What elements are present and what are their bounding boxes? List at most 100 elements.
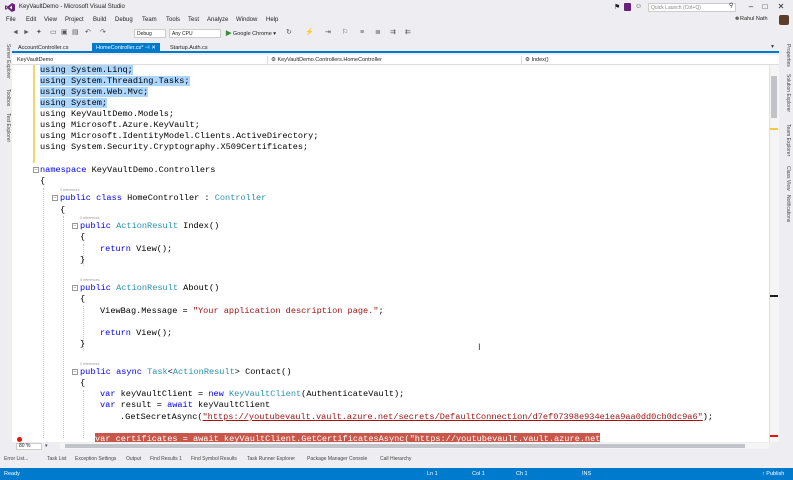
code-line: {: [40, 176, 46, 186]
toolbox-tab[interactable]: Toolbox: [5, 89, 11, 106]
flag-icon[interactable]: ⚑: [614, 3, 620, 11]
member-dropdown[interactable]: ⚙ Index(): [522, 56, 777, 64]
menu-test[interactable]: Test: [188, 17, 199, 23]
tab-task-runner-explorer[interactable]: Task Runner Explorer: [247, 456, 295, 462]
menu-build[interactable]: Build: [93, 17, 106, 23]
tab-close-icon[interactable]: ✕: [151, 45, 156, 51]
collapse-icon[interactable]: −: [72, 369, 78, 375]
code-line: using System.Linq;: [40, 65, 133, 76]
keyword: return: [100, 244, 131, 254]
minimize-button[interactable]: –: [745, 2, 757, 12]
open-file-icon[interactable]: ▭: [50, 29, 57, 37]
menu-team[interactable]: Team: [142, 17, 157, 23]
comment-icon[interactable]: ≡: [360, 29, 364, 37]
new-project-icon[interactable]: ✦: [36, 29, 42, 37]
solution-explorer-tab[interactable]: Solution Explorer: [785, 74, 791, 112]
menu-file[interactable]: File: [6, 17, 16, 23]
run-button[interactable]: ▶ Google Chrome ▾: [226, 29, 276, 37]
code-line: namespace KeyVaultDemo.Controllers: [40, 165, 215, 176]
indent-guide: [63, 216, 64, 438]
project-dropdown-label: KeyVaultDemo: [17, 57, 54, 63]
collapse-icon[interactable]: −: [72, 285, 78, 291]
tab-startup-auth[interactable]: Startup.Auth.cs: [166, 43, 212, 53]
tab-find-results[interactable]: Find Results 1: [150, 456, 182, 462]
undo-icon[interactable]: ↶: [85, 29, 91, 37]
menu-analyze[interactable]: Analyze: [207, 17, 228, 23]
publish-button[interactable]: ↑ Publish: [762, 471, 784, 477]
properties-tab[interactable]: Properties: [785, 44, 791, 67]
mouse-cursor-icon: I: [478, 343, 481, 353]
configuration-dropdown[interactable]: Debug: [134, 29, 166, 38]
project-dropdown[interactable]: KeyVaultDemo: [14, 56, 268, 64]
uncomment-icon[interactable]: ≣: [375, 29, 381, 37]
avatar[interactable]: [779, 15, 789, 25]
code-using-linq: using System.Linq;: [40, 65, 133, 75]
indent-icon[interactable]: ⇉: [390, 29, 396, 37]
menu-tools[interactable]: Tools: [166, 17, 180, 23]
tab-list-dropdown-icon[interactable]: ▾: [771, 43, 774, 50]
menu-view[interactable]: View: [44, 17, 57, 23]
maximize-button[interactable]: □: [759, 2, 771, 12]
platform-dropdown[interactable]: Any CPU: [169, 29, 221, 38]
notifications-tab[interactable]: Notifications: [785, 195, 791, 222]
collapse-icon[interactable]: −: [72, 223, 78, 229]
codelens-references[interactable]: 0 references: [80, 278, 99, 282]
class-view-tab[interactable]: Class View: [785, 166, 791, 191]
redo-icon[interactable]: ↷: [100, 29, 106, 37]
menu-edit[interactable]: Edit: [26, 17, 36, 23]
close-button[interactable]: ✕: [775, 2, 787, 12]
quick-launch-input[interactable]: Quick Launch (Ctrl+Q): [648, 3, 736, 12]
type-name: KeyVaultClient: [223, 389, 302, 399]
test-explorer-tab[interactable]: Test Explorer: [5, 113, 11, 142]
vertical-scroll-thumb[interactable]: [771, 76, 777, 118]
server-explorer-tab[interactable]: Server Explorer: [5, 44, 11, 79]
class-dropdown[interactable]: ⚙ KeyVaultDemo.Controllers.HomeControlle…: [268, 56, 522, 64]
outdent-icon[interactable]: ⇇: [405, 29, 411, 37]
type-name: ActionResult: [110, 221, 178, 231]
tab-task-list[interactable]: Task List: [47, 456, 66, 462]
feedback-icon[interactable]: ☺: [635, 3, 642, 10]
step-into-icon[interactable]: ⇥: [325, 29, 331, 37]
menu-project[interactable]: Project: [65, 17, 84, 23]
tab-find-symbol-results[interactable]: Find Symbol Results: [191, 456, 237, 462]
menu-window[interactable]: Window: [236, 17, 257, 23]
zoom-dropdown-icon[interactable]: ▾: [45, 443, 48, 449]
team-explorer-tab[interactable]: Team Explorer: [785, 124, 791, 156]
bookmark-icon[interactable]: ⚐: [342, 29, 348, 37]
zoom-dropdown[interactable]: 80 %: [16, 443, 42, 450]
secret-url-link[interactable]: "https://youtubevault.vault.azure.net/se…: [203, 412, 703, 422]
tab-output[interactable]: Output: [126, 456, 141, 462]
code-line: public class HomeController : Controller: [60, 193, 266, 204]
menu-debug[interactable]: Debug: [115, 17, 133, 23]
code-line: using System.Threading.Tasks;: [40, 76, 190, 87]
code-line: using KeyVaultDemo.Models;: [40, 109, 175, 119]
user-name[interactable]: Rahul Nath: [740, 16, 768, 22]
tab-package-manager-console[interactable]: Package Manager Console: [307, 456, 367, 462]
tab-error-list[interactable]: Error List...: [4, 456, 28, 462]
codelens-references[interactable]: 0 references: [80, 216, 99, 220]
tab-home-controller[interactable]: HomeController.cs* ⊣ ✕: [92, 43, 160, 53]
tab-exception-settings[interactable]: Exception Settings: [75, 456, 116, 462]
pin-icon[interactable]: ⊣: [145, 45, 150, 51]
visual-studio-logo-icon: [5, 3, 15, 12]
scrollbar-change-marker: [770, 128, 778, 130]
refresh-icon[interactable]: ↻: [286, 29, 292, 37]
browser-link-icon[interactable]: ⚡: [305, 29, 314, 37]
codelens-references[interactable]: 0 references: [60, 188, 79, 192]
collapse-icon[interactable]: −: [33, 167, 39, 173]
forward-icon[interactable]: ►: [23, 29, 30, 37]
horizontal-scroll-thumb[interactable]: [65, 444, 745, 448]
class-dropdown-label: KeyVaultDemo.Controllers.HomeController: [277, 57, 382, 63]
tab-call-hierarchy[interactable]: Call Hierarchy: [380, 456, 411, 462]
vertical-scrollbar[interactable]: [769, 65, 779, 442]
tab-account-controller[interactable]: AccountController.cs: [14, 43, 72, 53]
collapse-icon[interactable]: −: [52, 195, 58, 201]
codelens-references[interactable]: 0 references: [80, 362, 99, 366]
back-icon[interactable]: ◄: [12, 29, 19, 37]
keyword: namespace: [40, 165, 87, 175]
code-line: public ActionResult Index(): [80, 221, 219, 232]
save-icon[interactable]: ▣: [61, 29, 68, 37]
save-all-icon[interactable]: ▤: [72, 29, 79, 37]
notification-icon[interactable]: [624, 3, 631, 11]
menu-help[interactable]: Help: [266, 17, 278, 23]
